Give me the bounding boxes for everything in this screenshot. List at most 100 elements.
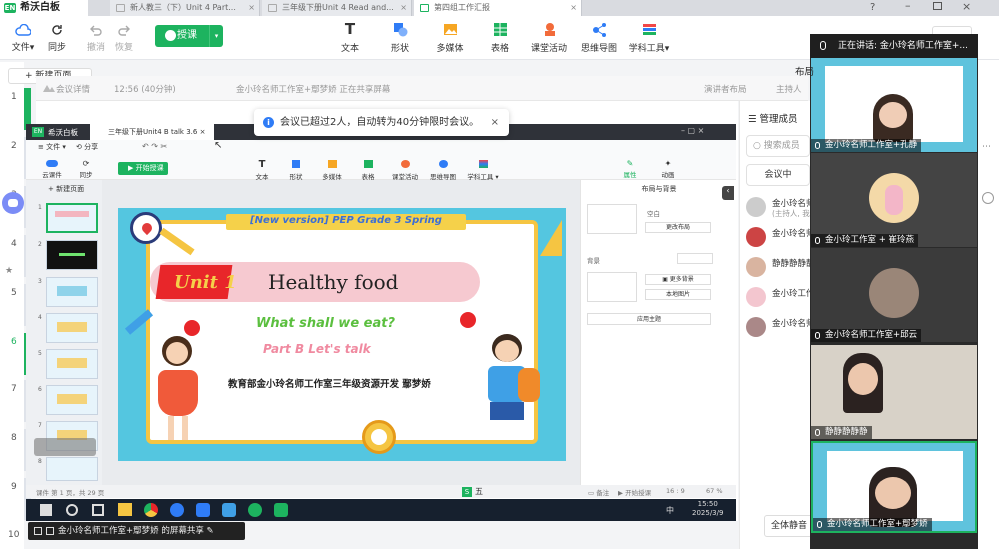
slide-thumbnail-active[interactable]: [46, 203, 98, 233]
inner-mindmap-tool[interactable]: 思维导图: [428, 160, 458, 181]
slide-thumbnail[interactable]: [46, 313, 98, 343]
inner-tab-active[interactable]: 三年级下册Unit4 B talk 3.6 ×: [90, 124, 214, 140]
task-view-icon[interactable]: [92, 504, 104, 516]
member-panel: ☰ 管理成员 ○ 搜索成员 会议中 金小玲名师工作室(主持人, 我) 金小玲名师…: [739, 101, 814, 549]
maximize-icon[interactable]: [933, 2, 942, 10]
media-tool[interactable]: 多媒体: [434, 22, 466, 54]
inner-window-controls[interactable]: – ▢ ×: [681, 126, 704, 135]
change-layout-button[interactable]: 更改布局: [645, 222, 711, 233]
close-window-icon[interactable]: ×: [962, 0, 971, 13]
inner-subject-tool[interactable]: 学科工具 ▾: [466, 160, 500, 181]
inner-cloud-button[interactable]: 云课件: [38, 160, 66, 179]
video-tile[interactable]: 静静静静静: [811, 345, 977, 439]
chevron-down-icon[interactable]: ▾: [209, 25, 223, 47]
teach-button[interactable]: 授课 ▾: [155, 25, 223, 47]
inner-file-menu[interactable]: ≡ 文件 ▾: [38, 142, 66, 152]
close-icon[interactable]: ×: [491, 109, 499, 136]
undo-button[interactable]: 撤消: [84, 24, 108, 53]
windows-start-icon[interactable]: [40, 504, 52, 516]
notes-button[interactable]: ▭ 备注: [588, 487, 609, 497]
slide-thumbnail[interactable]: [46, 349, 98, 379]
ime-icon[interactable]: S: [462, 487, 472, 497]
inner-teach-button[interactable]: ▶ 开始授课: [118, 162, 168, 175]
apply-theme-button[interactable]: 应用主题: [587, 313, 711, 325]
browser-tab[interactable]: 三年级下册Unit 4 Read and... ×: [262, 0, 412, 16]
meeting-bar: 会议详情 12:56 (40分钟) 金小玲名师工作室+鄢梦娇 正在共享屏幕 演讲…: [36, 76, 808, 101]
inner-media-tool[interactable]: 多媒体: [318, 160, 346, 181]
inner-sync-button[interactable]: ⟳ 同步: [74, 160, 98, 180]
aspect-ratio[interactable]: 16 : 9: [666, 487, 685, 495]
app-icon[interactable]: [196, 503, 210, 517]
slide-thumbnail[interactable]: [46, 277, 98, 307]
mic-icon[interactable]: [34, 527, 42, 535]
close-icon[interactable]: ×: [248, 0, 255, 16]
mute-all-button[interactable]: 全体静音: [764, 515, 814, 537]
background-color-picker[interactable]: [677, 253, 713, 264]
search-icon[interactable]: [66, 504, 78, 516]
browser-tab[interactable]: 新人教三（下）Unit 4 Part... ×: [110, 0, 260, 16]
more-icon[interactable]: ⋯: [982, 142, 991, 152]
close-icon[interactable]: ×: [400, 0, 407, 16]
app-icon[interactable]: [222, 503, 236, 517]
member-row[interactable]: 静静静静静: [746, 257, 812, 277]
browser-tab-active[interactable]: 第四组工作汇报 ×: [414, 0, 582, 16]
inner-activity-tool[interactable]: 课堂活动: [390, 160, 420, 181]
redo-button[interactable]: 恢复: [112, 24, 136, 53]
video-tile[interactable]: 金小玲工作室 + 崔玲燕: [811, 153, 977, 247]
member-search-input[interactable]: ○ 搜索成员: [746, 135, 810, 157]
video-tile[interactable]: 金小玲名师工作室+孔静: [811, 58, 977, 152]
close-icon[interactable]: ×: [570, 0, 577, 16]
inner-text-tool[interactable]: T 文本: [250, 160, 274, 182]
video-tile[interactable]: 金小玲名师工作室+邱云: [811, 248, 977, 342]
slide-thumbnail[interactable]: [46, 457, 98, 481]
input-language[interactable]: 中: [666, 505, 674, 516]
collapse-panel-icon[interactable]: ‹: [722, 186, 734, 200]
chrome-icon[interactable]: [144, 503, 158, 517]
layout-label[interactable]: 布局: [795, 64, 814, 78]
inner-table-tool[interactable]: 表格: [356, 160, 380, 181]
local-image-button[interactable]: 本地图片: [645, 289, 711, 300]
video-tile-active[interactable]: 金小玲名师工作室+鄢梦娇: [811, 441, 977, 533]
browser-tab-app[interactable]: EN 希沃白板: [0, 0, 88, 16]
star-icon[interactable]: ★: [5, 266, 13, 276]
table-tool[interactable]: 表格: [486, 22, 514, 54]
edge-icon[interactable]: [170, 503, 184, 517]
chat-icon[interactable]: [46, 527, 54, 535]
wechat-icon[interactable]: [248, 503, 262, 517]
properties-tab[interactable]: ✎ 属性: [618, 160, 642, 180]
boy-illustration: [478, 334, 540, 444]
file-menu[interactable]: 文件▾: [10, 24, 36, 53]
animation-tab[interactable]: ✦ 动画: [656, 160, 680, 180]
inner-new-page[interactable]: + 新建页面: [48, 184, 84, 194]
avatar: [746, 197, 766, 217]
speaker-layout-button[interactable]: 演讲者布局: [704, 83, 747, 95]
more-background-button[interactable]: ▣ 更多背景: [645, 274, 711, 285]
easinote-taskbar-icon[interactable]: [274, 503, 288, 517]
mind-map-tool[interactable]: 思维导图: [580, 22, 618, 54]
slide-thumbnail[interactable]: [46, 385, 98, 415]
folder-icon[interactable]: [118, 503, 132, 516]
subject-tools[interactable]: 学科工具▾: [626, 22, 672, 54]
shape-tool[interactable]: 形状: [386, 22, 414, 54]
zoom-level[interactable]: 67 %: [706, 487, 723, 495]
settings-icon[interactable]: [982, 192, 994, 204]
meeting-details-link[interactable]: 会议详情: [56, 83, 90, 95]
member-row[interactable]: 金小玲工作室: [746, 287, 812, 307]
slide-thumbnail[interactable]: [46, 240, 98, 270]
help-icon[interactable]: ?: [870, 2, 875, 13]
table-icon: [363, 160, 373, 168]
assistant-icon[interactable]: [2, 192, 24, 214]
member-row[interactable]: 金小玲名师工作室: [746, 317, 812, 337]
inner-undo-redo-cut[interactable]: ↶ ↷ ✂: [142, 142, 167, 151]
member-row[interactable]: 金小玲名师工作室: [746, 227, 812, 247]
minimize-icon[interactable]: –: [905, 0, 911, 12]
in-meeting-filter[interactable]: 会议中: [746, 164, 810, 186]
text-tool[interactable]: T 文本: [336, 22, 364, 55]
member-row[interactable]: 金小玲名师工作室(主持人, 我): [746, 197, 813, 218]
inner-share-menu[interactable]: ⟲ 分享: [76, 142, 98, 152]
status-teach-button[interactable]: ▶ 开始授课: [618, 487, 651, 497]
sync-button[interactable]: 同步: [45, 24, 69, 53]
class-activity-tool[interactable]: 课堂活动: [530, 22, 568, 54]
inner-tab[interactable]: 希沃白板: [48, 127, 78, 138]
inner-shape-tool[interactable]: 形状: [284, 160, 308, 181]
